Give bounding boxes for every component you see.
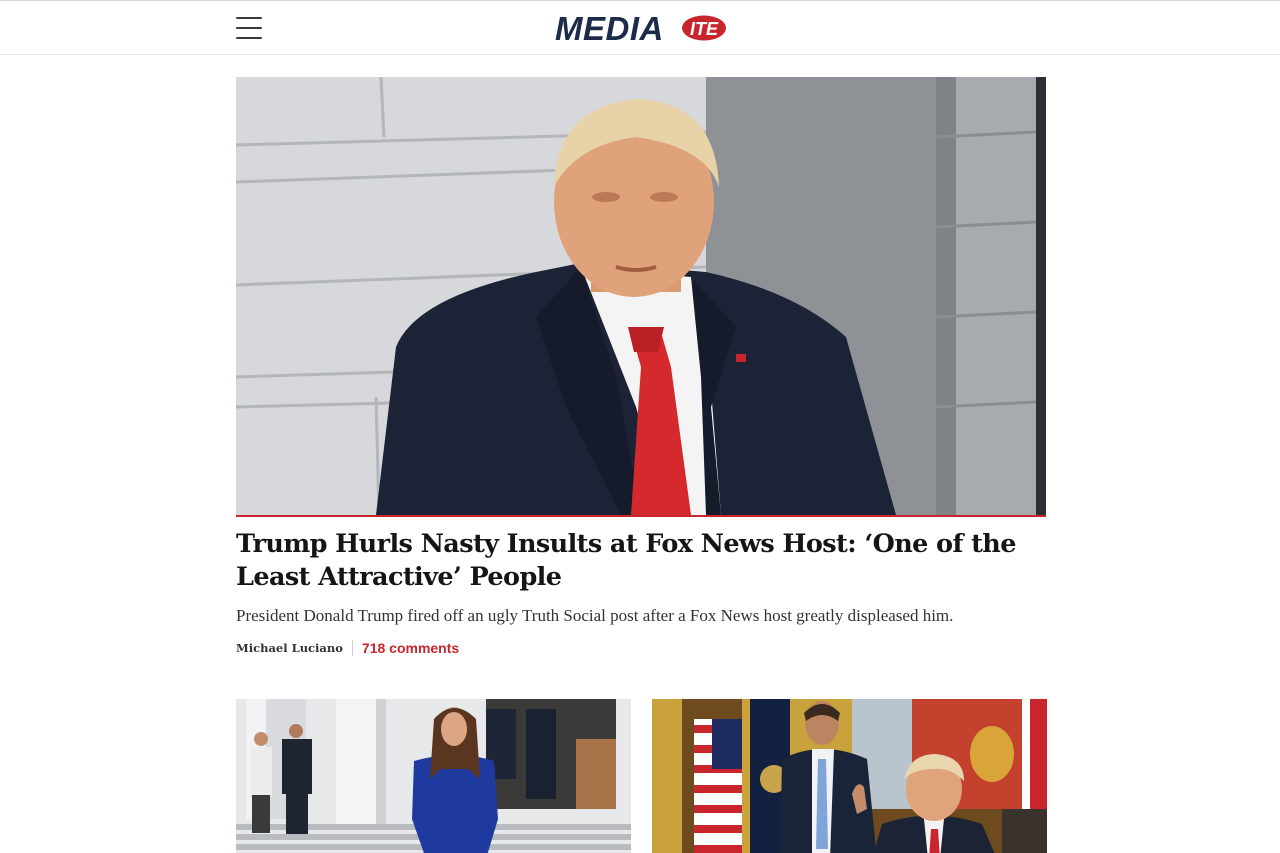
hero-byline: Michael Luciano 718 comments	[236, 638, 459, 658]
hero-accent-rule	[236, 515, 1046, 517]
hero-article-dek: President Donald Trump fired off an ugly…	[236, 606, 954, 625]
comments-link[interactable]: 718 comments	[353, 640, 459, 656]
hero-article-image[interactable]	[236, 77, 1046, 515]
logo-badge-text: ITE	[690, 19, 719, 39]
hero-article-title[interactable]: Trump Hurls Nasty Insults at Fox News Ho…	[236, 528, 1046, 594]
logo-main-text: MEDIA	[555, 10, 664, 47]
hamburger-menu-icon[interactable]	[236, 17, 262, 39]
site-logo[interactable]: MEDIA ITE	[555, 9, 730, 47]
article-card-image-2[interactable]	[652, 699, 1047, 853]
site-header: MEDIA ITE	[0, 0, 1280, 55]
author-link[interactable]: Michael Luciano	[236, 640, 353, 656]
article-card-image-1[interactable]	[236, 699, 631, 853]
